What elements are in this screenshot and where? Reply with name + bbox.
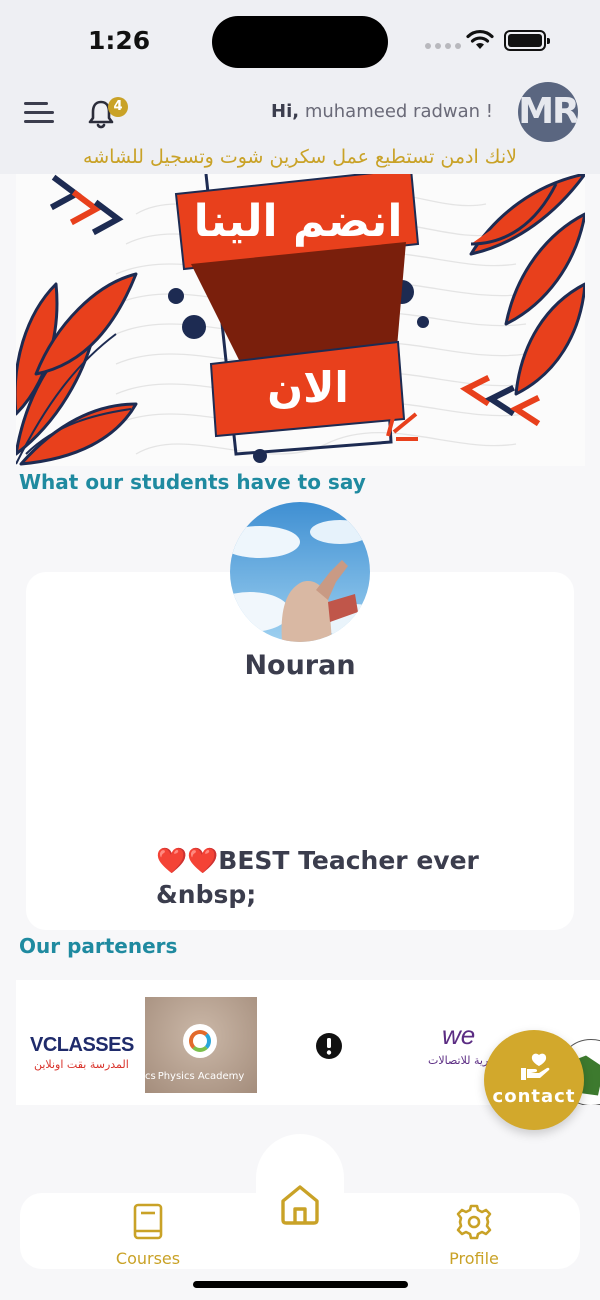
status-time: 1:26 xyxy=(88,26,151,55)
nav-courses-label: Courses xyxy=(115,1249,181,1268)
home-indicator xyxy=(193,1281,408,1288)
review-text: ❤️❤️BEST Teacher ever &nbsp; xyxy=(156,846,479,909)
banner-subtitle: الان xyxy=(267,363,349,412)
contact-button[interactable]: contact xyxy=(484,1030,584,1130)
partner-we[interactable]: we المصرية للاتصالات xyxy=(424,1016,511,1076)
student-photo xyxy=(230,502,370,642)
partner-vclasses[interactable]: VCLASSES المدرسة بقت اونلاين xyxy=(26,1020,136,1071)
partners-heading: Our parteners xyxy=(19,934,178,958)
partner-physics-academy[interactable]: cs Physics Academy xyxy=(145,997,257,1093)
admin-notice: لانك ادمن تستطيع عمل سكرين شوت وتسجيل لل… xyxy=(83,146,517,168)
home-icon xyxy=(281,1185,319,1225)
app-header: 4 Hi, muhameed radwan ! MR لانك ادمن تست… xyxy=(0,82,600,174)
banner-title: انضم الينا xyxy=(194,196,403,247)
join-us-banner[interactable]: انضم الينا الان xyxy=(16,174,585,466)
menu-icon[interactable] xyxy=(24,102,54,124)
status-bar: 1:26 xyxy=(0,0,600,84)
notification-badge: 4 xyxy=(108,97,128,117)
gear-icon xyxy=(456,1204,492,1240)
student-name: Nouran xyxy=(244,650,356,681)
wifi-icon xyxy=(466,29,494,49)
nav-profile-label: Profile xyxy=(449,1249,499,1268)
nav-courses[interactable]: Courses xyxy=(98,1203,198,1268)
nav-home[interactable] xyxy=(256,1134,344,1246)
book-icon xyxy=(133,1203,163,1240)
signal-icon xyxy=(425,43,461,49)
heart-hand-icon xyxy=(521,1053,550,1080)
nav-profile[interactable]: Profile xyxy=(424,1203,524,1268)
user-greeting: Hi, muhameed radwan ! xyxy=(271,101,493,122)
review-hearts: ❤️❤️ xyxy=(156,846,219,875)
alert-icon xyxy=(316,1033,342,1059)
dynamic-island xyxy=(212,16,388,68)
avatar[interactable]: MR xyxy=(518,82,578,142)
contact-label: contact xyxy=(492,1086,576,1107)
battery-icon xyxy=(504,30,550,51)
physics-logo-icon xyxy=(189,1030,211,1052)
testimonials-heading: What our students have to say xyxy=(19,470,366,494)
